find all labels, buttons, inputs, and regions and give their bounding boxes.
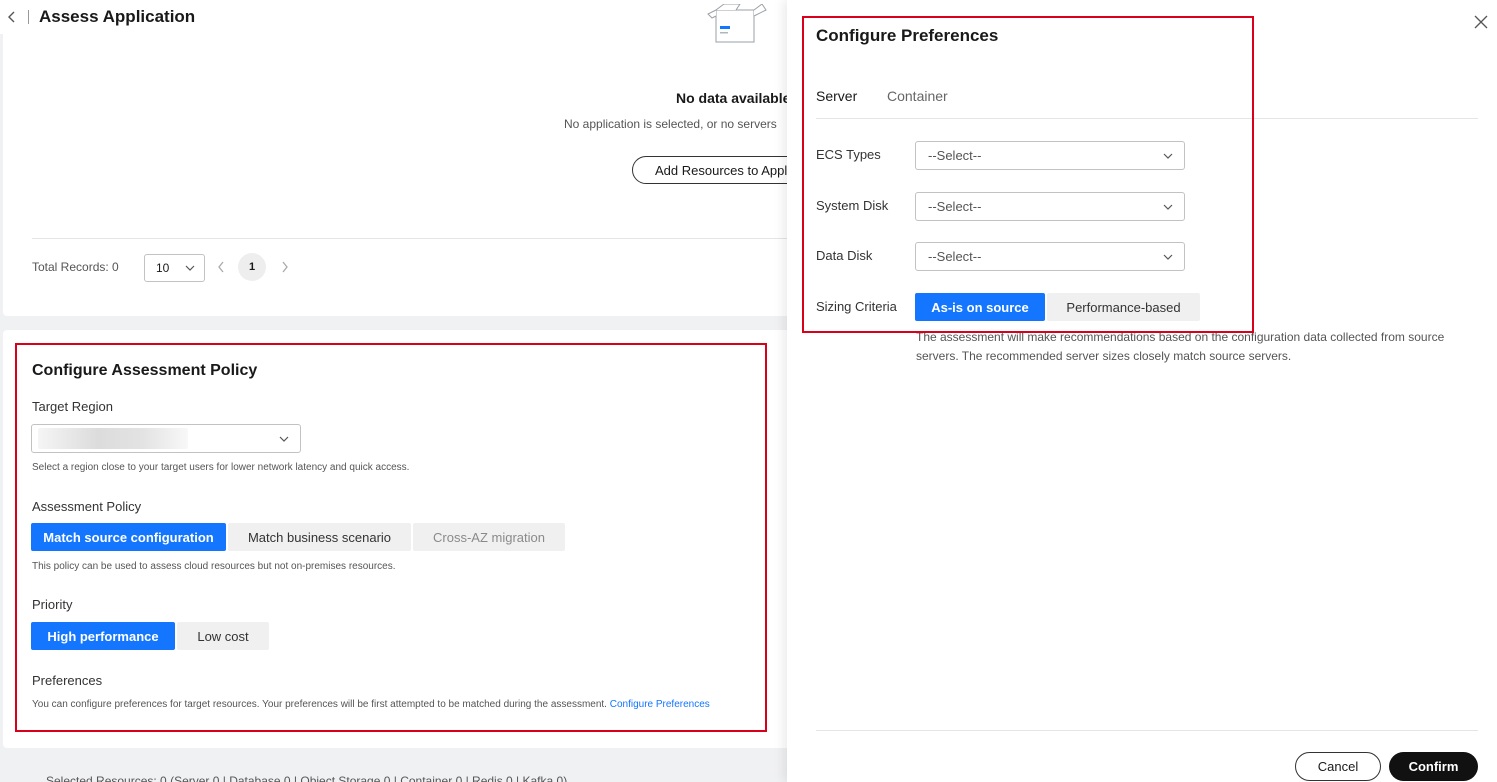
data-disk-select[interactable]: --Select--: [915, 242, 1185, 271]
pager-divider: [32, 238, 792, 239]
page-number[interactable]: 1: [238, 253, 266, 281]
confirm-button[interactable]: Confirm: [1389, 752, 1478, 781]
ecs-types-select[interactable]: --Select--: [915, 141, 1185, 170]
page-size-select[interactable]: 10: [144, 254, 205, 282]
data-disk-label: Data Disk: [816, 248, 873, 263]
option-match-source[interactable]: Match source configuration: [31, 523, 226, 551]
chevron-down-icon: [279, 436, 289, 442]
option-match-business[interactable]: Match business scenario: [228, 523, 411, 551]
priority-label: Priority: [32, 597, 73, 612]
option-cross-az[interactable]: Cross-AZ migration: [413, 523, 565, 551]
option-high-performance[interactable]: High performance: [31, 622, 175, 650]
target-region-hint: Select a region close to your target use…: [32, 462, 410, 473]
chevron-down-icon: [1163, 153, 1173, 159]
tab-server[interactable]: Server: [816, 88, 857, 104]
selected-resources-summary: Selected Resources: 0 (Server 0 | Databa…: [46, 774, 568, 782]
priority-options: High performance Low cost: [31, 622, 269, 650]
policy-title: Configure Assessment Policy: [32, 362, 258, 379]
system-disk-select[interactable]: --Select--: [915, 192, 1185, 221]
assessment-policy-options: Match source configuration Match busines…: [31, 523, 565, 551]
assessment-policy-hint: This policy can be used to assess cloud …: [32, 561, 396, 572]
ecs-types-value: --Select--: [928, 148, 982, 163]
tab-container[interactable]: Container: [887, 88, 948, 104]
next-page-icon[interactable]: [280, 259, 290, 275]
target-region-label: Target Region: [32, 399, 113, 414]
sizing-criteria-description: The assessment will make recommendations…: [916, 330, 1445, 363]
header-divider: [28, 10, 29, 24]
option-as-is-on-source[interactable]: As-is on source: [915, 293, 1045, 321]
assessment-policy-label: Assessment Policy: [32, 499, 142, 514]
empty-title: No data available: [676, 90, 791, 106]
empty-description: No application is selected, or no server…: [564, 117, 777, 131]
cancel-button[interactable]: Cancel: [1295, 752, 1381, 781]
tabs-divider: [816, 118, 1478, 119]
region-value-redacted: [38, 428, 188, 449]
back-icon[interactable]: [0, 5, 24, 29]
drawer-footer-divider: [816, 730, 1478, 731]
chevron-down-icon: [1163, 254, 1173, 260]
drawer-title: Configure Preferences: [816, 26, 999, 45]
chevron-down-icon: [1163, 204, 1173, 210]
preferences-hint: You can configure preferences for target…: [32, 699, 710, 710]
chevron-down-icon: [185, 265, 195, 271]
page-size-value: 10: [156, 261, 170, 275]
preferences-label: Preferences: [32, 673, 103, 688]
add-resources-button[interactable]: Add Resources to Appli: [632, 156, 814, 184]
sizing-criteria-label: Sizing Criteria: [816, 299, 897, 314]
ecs-types-label: ECS Types: [816, 147, 881, 162]
empty-box-icon: [707, 4, 767, 43]
close-icon[interactable]: [1474, 15, 1488, 29]
system-disk-label: System Disk: [816, 198, 889, 213]
data-disk-value: --Select--: [928, 249, 982, 264]
option-performance-based[interactable]: Performance-based: [1047, 293, 1200, 321]
preferences-hint-text: You can configure preferences for target…: [32, 699, 607, 710]
target-region-select[interactable]: [31, 424, 301, 453]
system-disk-value: --Select--: [928, 199, 982, 214]
configure-preferences-link[interactable]: Configure Preferences: [610, 699, 710, 710]
sizing-criteria-options: As-is on source Performance-based: [915, 293, 1200, 321]
prev-page-icon[interactable]: [216, 259, 226, 275]
page-title: Assess Application: [39, 7, 196, 26]
total-records: Total Records: 0: [32, 260, 119, 274]
option-low-cost[interactable]: Low cost: [177, 622, 269, 650]
